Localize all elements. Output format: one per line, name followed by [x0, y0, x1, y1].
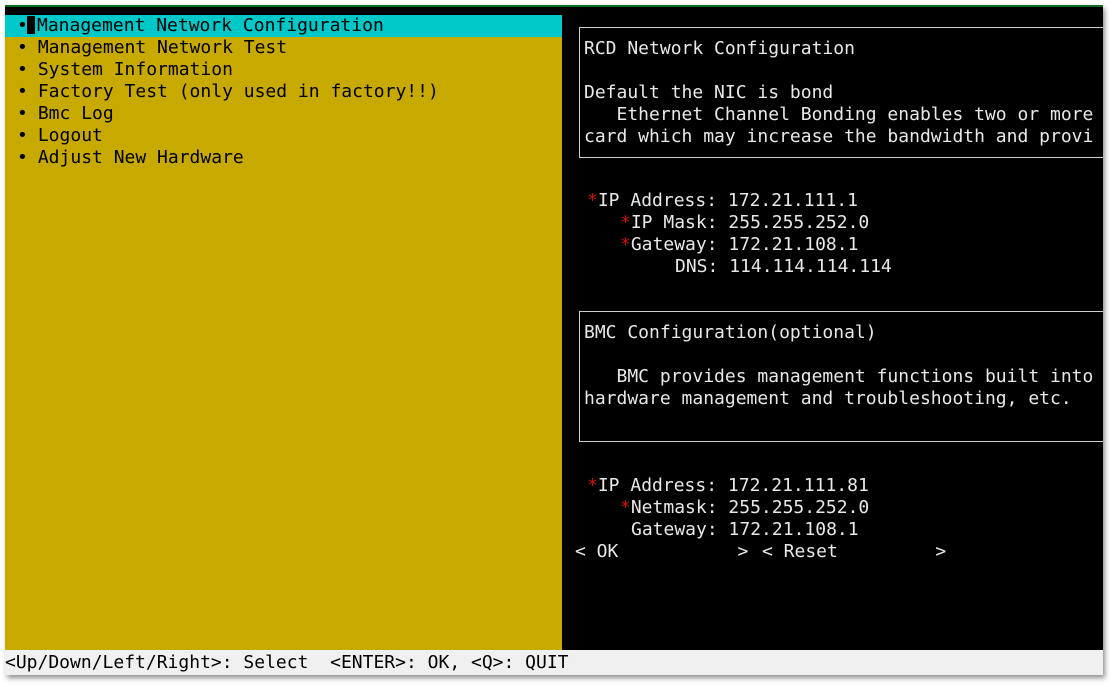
bmc-text-line-2: hardware management and troubleshooting,…	[584, 388, 1072, 409]
ip-mask-label: IP Mask:	[630, 212, 718, 233]
status-bar: <Up/Down/Left/Right>: Select <ENTER>: OK…	[5, 650, 1103, 675]
gateway-row[interactable]: *Gateway: 172.21.108.1	[620, 234, 858, 256]
ip-address-row[interactable]: *IP Address: 172.21.111.1	[587, 190, 858, 212]
gateway-label: Gateway:	[630, 234, 718, 255]
menu-item-adjust-new-hardware[interactable]: • Adjust New Hardware	[5, 147, 562, 169]
bullet-icon: •	[17, 15, 28, 36]
bullet-icon: •	[17, 81, 28, 102]
bmc-netmask-row[interactable]: *Netmask: 255.255.252.0	[620, 497, 869, 519]
menu-item-label: Bmc Log	[37, 103, 114, 124]
dns-value[interactable]: 114.114.114.114	[729, 256, 892, 277]
menu-item-factory-test[interactable]: • Factory Test (only used in factory!!)	[5, 81, 562, 103]
required-marker: *	[620, 497, 631, 518]
ip-address-label: IP Address:	[597, 190, 718, 211]
menu-item-management-network-configuration[interactable]: • Management Network Configuration	[5, 15, 562, 37]
menu-item-label: Adjust New Hardware	[37, 147, 244, 168]
bullet-icon: •	[17, 147, 28, 168]
text-cursor	[27, 16, 35, 34]
menu-item-label: Management Network Test	[37, 37, 288, 58]
top-border	[5, 5, 1103, 7]
bmc-gateway-value[interactable]: 172.21.108.1	[729, 519, 859, 540]
reset-button[interactable]: < Reset >	[762, 541, 946, 563]
bmc-gateway-row[interactable]: Gateway: 172.21.108.1	[631, 519, 859, 541]
menu-item-label: Logout	[37, 125, 103, 146]
menu-item-logout[interactable]: • Logout	[5, 125, 562, 147]
dns-label: DNS:	[675, 256, 719, 277]
bmc-ip-address-row[interactable]: *IP Address: 172.21.111.81	[587, 475, 869, 497]
ip-mask-row[interactable]: *IP Mask: 255.255.252.0	[620, 212, 869, 234]
bmc-netmask-value[interactable]: 255.255.252.0	[728, 497, 869, 518]
rcd-text-line-3: card which may increase the bandwidth an…	[584, 126, 1094, 147]
bullet-icon: •	[17, 125, 28, 146]
bmc-netmask-label: Netmask:	[630, 497, 718, 518]
menu-item-bmc-log[interactable]: • Bmc Log	[5, 103, 562, 125]
menu-item-label: System Information	[37, 59, 233, 80]
required-marker: *	[620, 234, 631, 255]
bmc-title: BMC Configuration(optional)	[584, 322, 877, 343]
bmc-gateway-label: Gateway:	[631, 519, 718, 540]
ip-mask-value[interactable]: 255.255.252.0	[728, 212, 869, 233]
gateway-value[interactable]: 172.21.108.1	[728, 234, 858, 255]
bmc-text-line-1: BMC provides management functions built …	[584, 366, 1094, 387]
bullet-icon: •	[17, 103, 28, 124]
rcd-title: RCD Network Configuration	[584, 38, 855, 59]
required-marker: *	[587, 190, 598, 211]
bullet-icon: •	[17, 59, 28, 80]
bmc-ip-address-value[interactable]: 172.21.111.81	[728, 475, 869, 496]
terminal-window: • Management Network Configuration • Mana…	[5, 5, 1103, 675]
menu-item-label: Management Network Configuration	[37, 15, 384, 36]
main-menu: • Management Network Configuration • Mana…	[5, 15, 562, 169]
rcd-text-line-2: Ethernet Channel Bonding enables two or …	[584, 104, 1094, 125]
bmc-info-box: BMC Configuration(optional) BMC provides…	[579, 311, 1103, 442]
bullet-icon: •	[17, 37, 28, 58]
required-marker: *	[620, 212, 631, 233]
required-marker: *	[587, 475, 598, 496]
rcd-info-box: RCD Network Configuration Default the NI…	[579, 27, 1103, 158]
ok-button[interactable]: < OK >	[575, 541, 748, 563]
dns-row[interactable]: DNS: 114.114.114.114	[675, 256, 892, 278]
bmc-ip-address-label: IP Address:	[597, 475, 718, 496]
menu-item-system-information[interactable]: • System Information	[5, 59, 562, 81]
config-panel: RCD Network Configuration Default the NI…	[562, 15, 1103, 650]
ip-address-value[interactable]: 172.21.111.1	[728, 190, 858, 211]
main-menu-panel: • Management Network Configuration • Mana…	[5, 15, 562, 650]
menu-item-management-network-test[interactable]: • Management Network Test	[5, 37, 562, 59]
rcd-text-line-1: Default the NIC is bond	[584, 82, 834, 103]
menu-item-label: Factory Test (only used in factory!!)	[37, 81, 439, 102]
